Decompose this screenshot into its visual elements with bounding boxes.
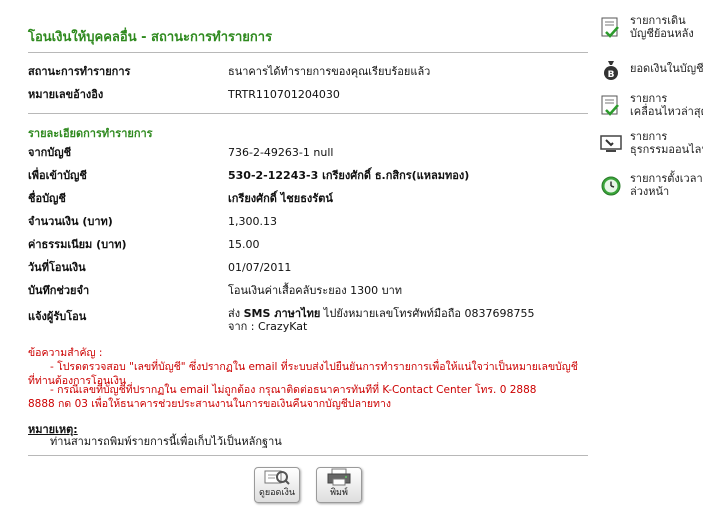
remark-text: ท่านสามารถพิมพ์รายการนี้เพื่อเก็บไว้เป็น… bbox=[50, 435, 282, 448]
notify-label: แจ้งผู้รับโอน bbox=[28, 310, 87, 323]
detail-row-from-account: จากบัญชี 736-2-49263-1 null bbox=[28, 143, 588, 163]
details-section-title: รายละเอียดการทำรายการ bbox=[28, 127, 153, 140]
detail-label: บันทึกช่วยจำ bbox=[28, 284, 90, 297]
notify-line1: ส่ง SMS ภาษาไทย ไปยังหมายเลขโทรศัพท์มือถ… bbox=[228, 307, 534, 321]
notice-line: - โปรดตรวจสอบ "เลขที่บัญชี" ซึ่งปรากฏใน … bbox=[50, 361, 578, 373]
detail-label: จากบัญชี bbox=[28, 146, 72, 159]
sidebar-item-account-balance[interactable]: B ยอดเงินในบัญชี bbox=[598, 56, 703, 84]
clock-icon bbox=[600, 174, 622, 196]
detail-row-account-name: ชื่อบัญชี เกรียงศักดิ์ ไชยธงรัตน์ bbox=[28, 189, 588, 209]
detail-label: จำนวนเงิน (บาท) bbox=[28, 215, 113, 228]
magnifier-icon bbox=[255, 468, 299, 488]
print-button[interactable]: พิมพ์ bbox=[316, 467, 362, 503]
detail-value: 1,300.13 bbox=[228, 215, 277, 228]
notice-line: - กรณีเลขที่บัญชีที่ปรากฏใน email ไม่ถูก… bbox=[50, 384, 537, 396]
reference-value: TRTR110701204030 bbox=[228, 88, 340, 101]
divider bbox=[28, 113, 588, 114]
computer-icon bbox=[600, 132, 622, 154]
detail-label: ค่าธรรมเนียม (บาท) bbox=[28, 238, 127, 251]
detail-label: ชื่อบัญชี bbox=[28, 192, 66, 205]
divider bbox=[28, 52, 588, 53]
detail-row-to-account: เพื่อเข้าบัญชี 530-2-12243-3 เกรียงศักดิ… bbox=[28, 166, 588, 186]
notice-line: 8888 กด 03 เพื่อให้ธนาคารช่วยประสานงานใน… bbox=[28, 398, 391, 410]
sidebar-line1: รายการ bbox=[630, 130, 668, 143]
notice-heading: ข้อความสำคัญ : bbox=[28, 347, 103, 359]
notify-prefix: ส่ง bbox=[228, 307, 244, 320]
sidebar-line2: เคลื่อนไหวล่าสุด bbox=[630, 105, 703, 118]
sidebar-line1: รายการเดิน bbox=[630, 14, 686, 27]
detail-row-memo: บันทึกช่วยจำ โอนเงินค่าเสื้อคลับระยอง 13… bbox=[28, 281, 588, 301]
printer-icon bbox=[317, 468, 361, 488]
detail-value: เกรียงศักดิ์ ไชยธงรัตน์ bbox=[228, 192, 333, 205]
sidebar-line2: ล่วงหน้า bbox=[630, 185, 670, 198]
view-balance-label: ดูยอดเงิน bbox=[259, 488, 295, 498]
sidebar-line1: รายการตั้งเวลา bbox=[630, 172, 703, 185]
reference-label: หมายเลขอ้างอิง bbox=[28, 88, 104, 101]
page-title: โอนเงินให้บุคคลอื่น - สถานะการทำรายการ bbox=[28, 30, 273, 45]
detail-label: วันที่โอนเงิน bbox=[28, 261, 86, 274]
status-row: สถานะการทำรายการ ธนาคารได้ทำรายการของคุณ… bbox=[28, 62, 588, 82]
notify-sms-lang: SMS ภาษาไทย bbox=[243, 307, 321, 320]
detail-value: 15.00 bbox=[228, 238, 260, 251]
detail-value: 01/07/2011 bbox=[228, 261, 292, 274]
svg-text:B: B bbox=[608, 70, 615, 80]
sidebar-item-label: รายการตั้งเวลา ล่วงหน้า bbox=[630, 172, 703, 198]
money-bag-icon: B bbox=[600, 58, 622, 80]
notify-phone: ไปยังหมายเลขโทรศัพท์มือถือ 0837698755 bbox=[320, 307, 535, 320]
status-value: ธนาคารได้ทำรายการของคุณเรียบร้อยแล้ว bbox=[228, 65, 431, 78]
view-balance-button[interactable]: ดูยอดเงิน bbox=[254, 467, 300, 503]
sidebar-item-label: รายการเดิน บัญชีย้อนหลัง bbox=[630, 14, 694, 40]
detail-value: 736-2-49263-1 null bbox=[228, 146, 334, 159]
document-check-icon bbox=[600, 94, 622, 116]
sidebar-line1: รายการ bbox=[630, 92, 668, 105]
detail-row-fee: ค่าธรรมเนียม (บาท) 15.00 bbox=[28, 235, 588, 255]
detail-value: โอนเงินค่าเสื้อคลับระยอง 1300 บาท bbox=[228, 284, 403, 297]
notify-line2: จาก : CrazyKat bbox=[228, 320, 308, 333]
sidebar-item-label: รายการ เคลื่อนไหวล่าสุด bbox=[630, 92, 703, 118]
detail-label: เพื่อเข้าบัญชี bbox=[28, 169, 87, 182]
check-document-icon bbox=[600, 16, 622, 38]
sidebar-item-label: รายการ ธุรกรรมออนไลน์ bbox=[630, 130, 703, 156]
sidebar-item-statement-history[interactable]: รายการเดิน บัญชีย้อนหลัง bbox=[598, 14, 703, 44]
sidebar-line2: ธุรกรรมออนไลน์ bbox=[630, 143, 703, 156]
detail-row-notify: แจ้งผู้รับโอน ส่ง SMS ภาษาไทย ไปยังหมายเ… bbox=[28, 307, 588, 337]
sidebar-line2: บัญชีย้อนหลัง bbox=[630, 27, 694, 40]
detail-row-amount: จำนวนเงิน (บาท) 1,300.13 bbox=[28, 212, 588, 232]
detail-row-date: วันที่โอนเงิน 01/07/2011 bbox=[28, 258, 588, 278]
divider bbox=[28, 455, 588, 456]
status-label: สถานะการทำรายการ bbox=[28, 65, 131, 78]
detail-value: 530-2-12243-3 เกรียงศักดิ์ ธ.กสิกร(แหลมท… bbox=[228, 169, 470, 182]
sidebar-item-label: ยอดเงินในบัญชี bbox=[630, 62, 703, 75]
sidebar-item-recent-movements[interactable]: รายการ เคลื่อนไหวล่าสุด bbox=[598, 92, 703, 122]
print-label: พิมพ์ bbox=[330, 488, 348, 498]
reference-row: หมายเลขอ้างอิง TRTR110701204030 bbox=[28, 85, 588, 105]
sidebar-item-online-transactions[interactable]: รายการ ธุรกรรมออนไลน์ bbox=[598, 130, 703, 160]
sidebar-item-scheduled-transactions[interactable]: รายการตั้งเวลา ล่วงหน้า bbox=[598, 172, 703, 202]
